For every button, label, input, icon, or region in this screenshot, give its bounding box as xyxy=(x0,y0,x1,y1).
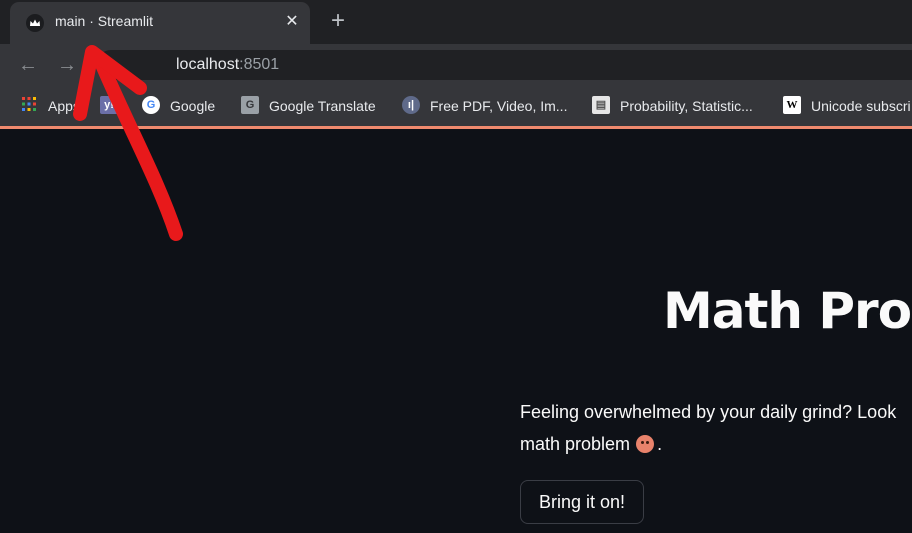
tab-strip: main · Streamlit ✕ + xyxy=(0,0,912,44)
intro-text: Feeling overwhelmed by your daily grind?… xyxy=(520,396,912,460)
google-icon: G xyxy=(142,96,160,114)
yahoo-icon: y! xyxy=(100,96,118,114)
browser-tab[interactable]: main · Streamlit ✕ xyxy=(10,2,310,44)
intro-line-2-text: math problem xyxy=(520,434,631,454)
address-bar[interactable]: localhost:8501 xyxy=(96,50,912,80)
bookmark-yahoo[interactable]: y! xyxy=(100,96,128,116)
url-port: :8501 xyxy=(239,56,280,73)
close-tab-icon[interactable]: ✕ xyxy=(282,11,302,33)
forward-arrow-icon[interactable]: → xyxy=(55,53,79,77)
bookmark-label: Apps xyxy=(48,98,80,114)
bookmark-probability[interactable]: ▤ Probability, Statistic... xyxy=(592,96,753,116)
google-translate-icon: G xyxy=(241,96,259,114)
bookmarks-bar: Apps y! G Google G Google Translate ı| Free… xyxy=(0,86,912,126)
bookmark-google-translate[interactable]: G Google Translate xyxy=(241,96,376,116)
bring-it-on-button[interactable]: Bring it on! xyxy=(520,480,644,524)
browser-toolbar: ← → localhost:8501 xyxy=(0,44,912,86)
intro-line-2-end: . xyxy=(657,434,663,454)
bookmark-google[interactable]: G Google xyxy=(142,96,215,116)
intro-line-2: math problem. xyxy=(520,428,912,460)
streamlit-crown-icon xyxy=(26,14,44,32)
bookmark-unicode[interactable]: W Unicode subscri xyxy=(783,96,911,116)
bookmark-label: Probability, Statistic... xyxy=(620,98,753,114)
bookmark-label: Free PDF, Video, Im... xyxy=(430,98,568,114)
page-title: Math Prob xyxy=(663,282,912,340)
apps-grid-icon xyxy=(20,96,38,114)
new-tab-button[interactable]: + xyxy=(326,8,350,34)
tab-title: main · Streamlit xyxy=(55,13,154,29)
smiley-emoji-icon xyxy=(636,435,655,453)
bookmark-label: Google xyxy=(170,98,216,114)
bookmark-label: Google Translate xyxy=(269,98,376,114)
url-text: localhost:8501 xyxy=(176,56,279,74)
url-host: localhost xyxy=(176,56,240,73)
bookmark-label: Unicode subscri xyxy=(811,98,911,114)
pdf-tool-icon: ı| xyxy=(402,96,420,114)
back-arrow-icon[interactable]: ← xyxy=(16,53,40,77)
bookmark-free-pdf[interactable]: ı| Free PDF, Video, Im... xyxy=(402,96,567,116)
bookmark-apps[interactable]: Apps xyxy=(20,96,80,116)
wikipedia-icon: W xyxy=(783,96,801,114)
header-accent-line xyxy=(0,126,912,129)
document-icon: ▤ xyxy=(592,96,610,114)
intro-line-1: Feeling overwhelmed by your daily grind?… xyxy=(520,402,897,422)
